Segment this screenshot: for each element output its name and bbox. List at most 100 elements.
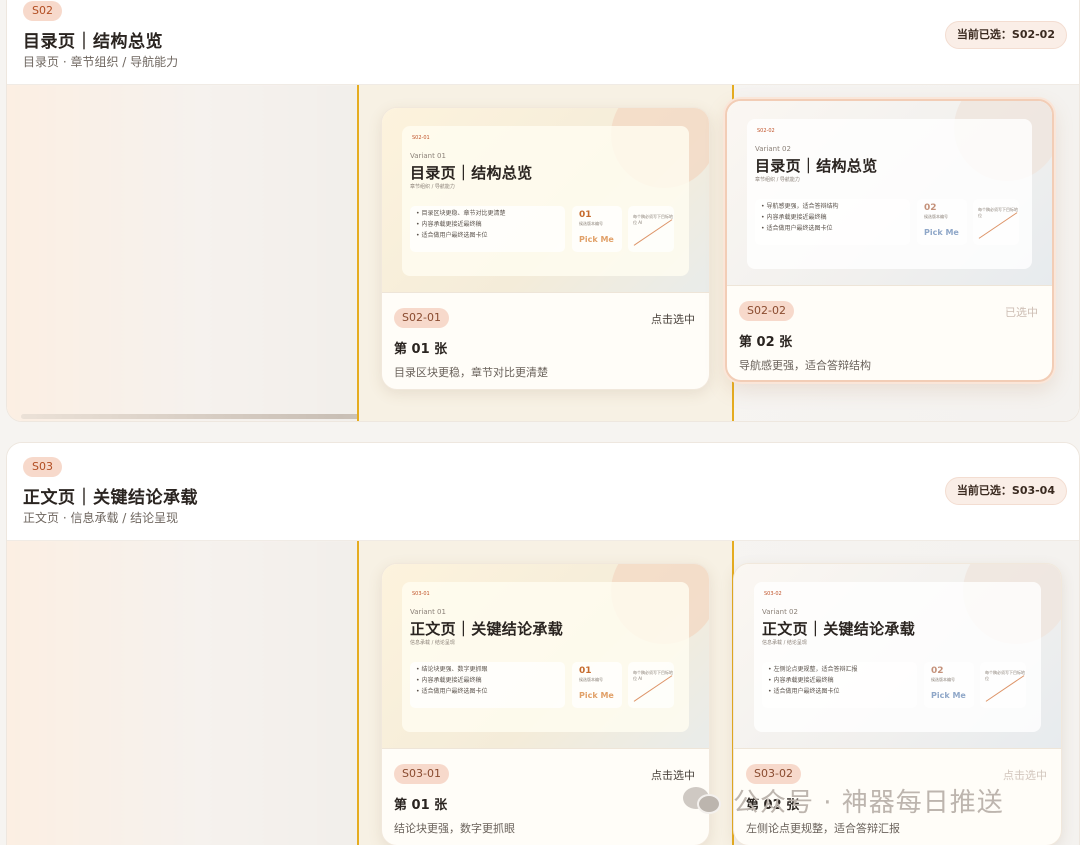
slide-variant: Variant 01: [410, 608, 446, 616]
card-body: S03-01 点击选中 第 01 张 结论块更强，数字更抓眼: [382, 750, 709, 845]
variant-card-selected[interactable]: S02-02 Variant 02 目录页｜结构总览 章节组织 / 导航能力 •…: [725, 99, 1054, 382]
slide-thumbnail: S03-01 Variant 01 正文页｜关键结论承载 信息承载 / 结论呈现…: [382, 564, 709, 749]
slide-code: S02-01: [412, 135, 430, 141]
pick-me-label: Pick Me: [931, 691, 966, 700]
slide-preview: S02-02 Variant 02 目录页｜结构总览 章节组织 / 导航能力 •…: [747, 119, 1032, 269]
pick-me-label: Pick Me: [579, 235, 614, 244]
slide-number: 01: [579, 666, 592, 676]
slide-bullet: • 内容承载更接近最终稿: [416, 221, 482, 228]
guide-line: [357, 541, 359, 845]
slide-number-label: 候选版本编号: [579, 221, 603, 226]
slide-note: 每个稿必须写下目标地位 AI: [633, 214, 673, 225]
previous-card-ghost: [7, 85, 357, 421]
card-id-badge: S02-02: [739, 301, 794, 321]
slide-note-box: 每个稿必须写下目标地位 AI: [628, 662, 674, 708]
section-id-badge: S03: [23, 457, 62, 477]
slide-bullet: • 适合做用户最终选图卡位: [761, 225, 833, 232]
current-selection-badge: 当前已选：S02-02: [944, 21, 1067, 49]
slide-bullet: • 适合做用户最终选图卡位: [416, 688, 488, 695]
slide-bullet: • 适合做用户最终选图卡位: [416, 232, 488, 239]
slide-thumbnail: S03-02 Variant 02 正文页｜关键结论承载 信息承载 / 结论呈现…: [734, 564, 1061, 749]
slide-subtitle: 信息承载 / 结论呈现: [410, 640, 455, 646]
slide-number: 02: [924, 203, 937, 213]
slide-title: 正文页｜关键结论承载: [762, 620, 916, 638]
card-number: 第 01 张: [394, 798, 448, 813]
slide-bullet: • 左侧论点更规整，适合答辩汇报: [768, 666, 858, 673]
variant-card[interactable]: S03-01 Variant 01 正文页｜关键结论承载 信息承载 / 结论呈现…: [381, 563, 710, 845]
section-subtitle: 目录页 · 章节组织 / 导航能力: [23, 55, 179, 69]
card-description: 目录区块更稳，章节对比更清楚: [394, 366, 548, 379]
slide-title: 正文页｜关键结论承载: [410, 620, 564, 638]
slide-code: S03-01: [412, 591, 430, 597]
slide-bullet: • 导航感更强，适合答辩结构: [761, 203, 839, 210]
slide-note-box: 每个稿必须写下目标地位: [980, 662, 1026, 708]
slide-number-box: 01 候选版本编号 Pick Me: [572, 206, 622, 252]
card-description: 结论块更强，数字更抓眼: [394, 822, 515, 835]
slide-variant: Variant 02: [755, 145, 791, 153]
slide-bullets: • 目录区块更稳、章节对比更清楚 • 内容承载更接近最终稿 • 适合做用户最终选…: [410, 206, 565, 252]
watermark-text: 公众号 · 神器每日推送: [733, 787, 1004, 818]
slide-variant: Variant 01: [410, 152, 446, 160]
slide-preview: S02-01 Variant 01 目录页｜结构总览 章节组织 / 导航能力 •…: [402, 126, 689, 276]
section-subtitle: 正文页 · 信息承载 / 结论呈现: [23, 511, 179, 525]
card-id-badge: S03-01: [394, 764, 449, 784]
slide-number-box: 01 候选版本编号 Pick Me: [572, 662, 622, 708]
card-number: 第 01 张: [394, 342, 448, 357]
slide-bullets: • 结论块更强、数字更抓眼 • 内容承载更接近最终稿 • 适合做用户最终选图卡位: [410, 662, 565, 708]
slide-code: S03-02: [764, 591, 782, 597]
pick-me-label: Pick Me: [579, 691, 614, 700]
slide-note-box: 每个稿必须写下目标地位: [973, 199, 1019, 245]
slide-thumbnail: S02-02 Variant 02 目录页｜结构总览 章节组织 / 导航能力 •…: [727, 101, 1052, 286]
wechat-icon: [683, 785, 725, 815]
card-description: 导航感更强，适合答辩结构: [739, 359, 871, 372]
slide-number-label: 候选版本编号: [931, 677, 955, 682]
variant-card[interactable]: S02-01 Variant 01 目录页｜结构总览 章节组织 / 导航能力 •…: [381, 107, 710, 390]
section-s02: S02 目录页｜结构总览 目录页 · 章节组织 / 导航能力 当前已选：S02-…: [6, 0, 1080, 422]
slide-preview: S03-02 Variant 02 正文页｜关键结论承载 信息承载 / 结论呈现…: [754, 582, 1041, 732]
selected-status[interactable]: 已选中: [1005, 304, 1038, 320]
section-title: 正文页｜关键结论承载: [23, 488, 198, 508]
slide-title: 目录页｜结构总览: [755, 157, 878, 175]
slide-preview: S03-01 Variant 01 正文页｜关键结论承载 信息承载 / 结论呈现…: [402, 582, 689, 732]
slide-bullets: • 导航感更强，适合答辩结构 • 内容承载更接近最终稿 • 适合做用户最终选图卡…: [755, 199, 910, 245]
slide-bullet: • 结论块更强、数字更抓眼: [416, 666, 488, 673]
guide-line: [357, 85, 359, 421]
slide-number-box: 02 候选版本编号 Pick Me: [917, 199, 967, 245]
select-button[interactable]: 点击选中: [651, 311, 695, 327]
card-id-badge: S02-01: [394, 308, 449, 328]
slide-bullets: • 左侧论点更规整，适合答辩汇报 • 内容承载更接近最终稿 • 适合做用户最终选…: [762, 662, 917, 708]
slide-number-box: 02 候选版本编号 Pick Me: [924, 662, 974, 708]
watermark: 公众号 · 神器每日推送: [683, 780, 1004, 820]
card-number: 第 02 张: [739, 335, 793, 350]
card-body: S02-02 已选中 第 02 张 导航感更强，适合答辩结构: [727, 287, 1052, 380]
slide-number-label: 候选版本编号: [924, 214, 948, 219]
slide-number-label: 候选版本编号: [579, 677, 603, 682]
slide-bullet: • 内容承载更接近最终稿: [761, 214, 827, 221]
section-title: 目录页｜结构总览: [23, 32, 163, 52]
slide-number: 01: [579, 210, 592, 220]
slide-bullet: • 内容承载更接近最终稿: [768, 677, 834, 684]
card-carousel[interactable]: S02-01 Variant 01 目录页｜结构总览 章节组织 / 导航能力 •…: [7, 85, 1079, 421]
slide-bullet: • 目录区块更稳、章节对比更清楚: [416, 210, 506, 217]
slide-title: 目录页｜结构总览: [410, 164, 533, 182]
slide-bullet: • 适合做用户最终选图卡位: [768, 688, 840, 695]
pick-me-label: Pick Me: [924, 228, 959, 237]
section-id-badge: S02: [23, 1, 62, 21]
section-header: S03 正文页｜关键结论承载 正文页 · 信息承载 / 结论呈现 当前已选：S0…: [7, 443, 1079, 541]
current-selection-badge: 当前已选：S03-04: [944, 477, 1067, 505]
slide-variant: Variant 02: [762, 608, 798, 616]
slide-bullet: • 内容承载更接近最终稿: [416, 677, 482, 684]
card-description: 左侧论点更规整，适合答辩汇报: [746, 822, 900, 835]
slide-note: 每个稿必须写下目标地位: [978, 207, 1018, 218]
section-header: S02 目录页｜结构总览 目录页 · 章节组织 / 导航能力 当前已选：S02-…: [7, 0, 1079, 85]
slide-thumbnail: S02-01 Variant 01 目录页｜结构总览 章节组织 / 导航能力 •…: [382, 108, 709, 293]
previous-card-ghost: [7, 541, 357, 845]
slide-subtitle: 章节组织 / 导航能力: [410, 184, 455, 190]
slide-note: 每个稿必须写下目标地位 AI: [633, 670, 673, 681]
slide-number: 02: [931, 666, 944, 676]
slide-subtitle: 信息承载 / 结论呈现: [762, 640, 807, 646]
select-button[interactable]: 点击选中: [1003, 767, 1047, 783]
slide-note: 每个稿必须写下目标地位: [985, 670, 1025, 681]
slide-code: S02-02: [757, 128, 775, 134]
card-body: S02-01 点击选中 第 01 张 目录区块更稳，章节对比更清楚: [382, 294, 709, 389]
